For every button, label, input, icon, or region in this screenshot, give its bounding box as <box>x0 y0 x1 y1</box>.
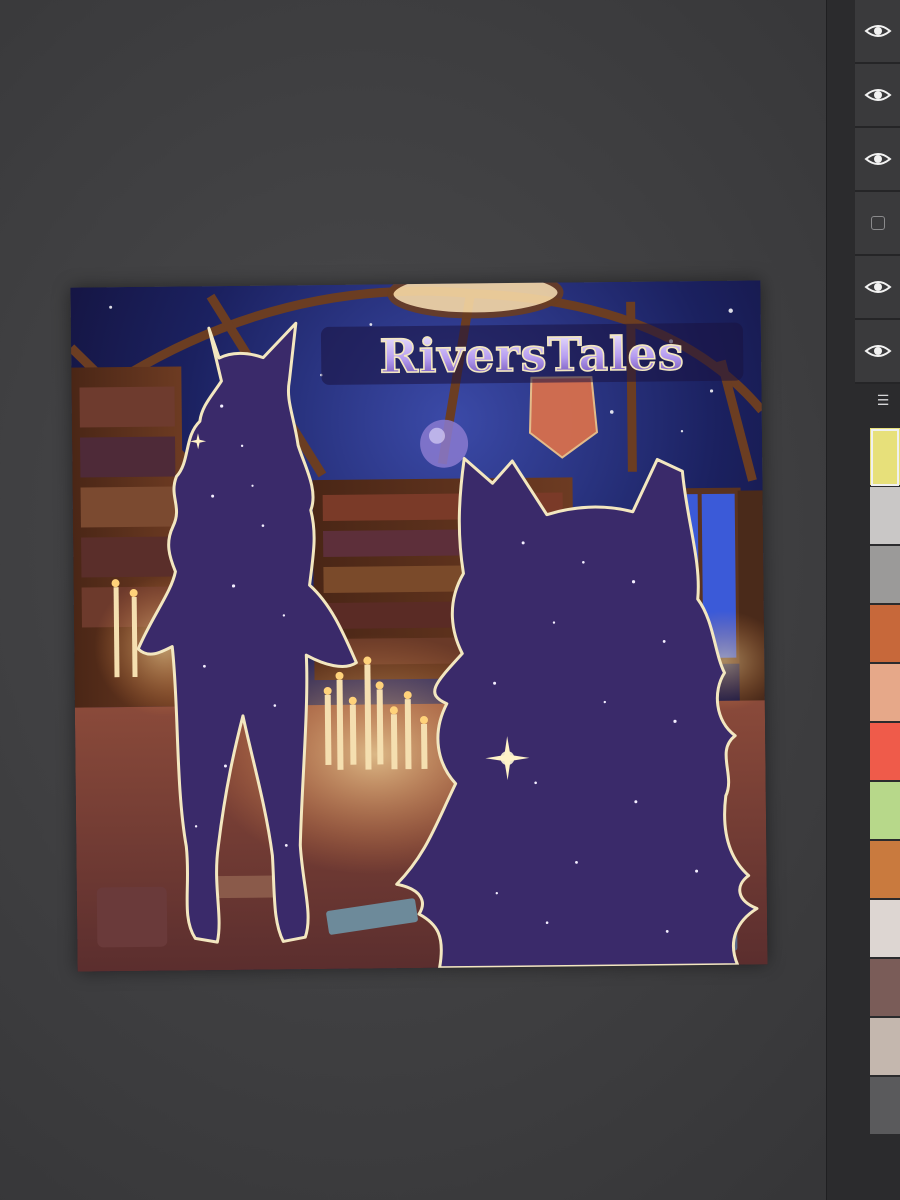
layer-row-6[interactable] <box>855 320 900 384</box>
layer-row-3[interactable] <box>855 128 900 192</box>
layer-row-1[interactable] <box>855 0 900 64</box>
artwork-title: RiversTales <box>379 326 685 383</box>
color-swatch[interactable] <box>870 1018 900 1077</box>
eye-icon[interactable] <box>864 278 892 296</box>
artwork-illustration: RiversTales <box>70 280 768 972</box>
panel-menu-button[interactable]: ☰ <box>866 388 900 414</box>
color-swatch[interactable] <box>870 605 900 664</box>
layer-row-4[interactable] <box>855 192 900 256</box>
eye-icon[interactable] <box>864 150 892 168</box>
color-swatch[interactable] <box>870 1077 900 1136</box>
color-swatch[interactable] <box>870 723 900 782</box>
color-swatch[interactable] <box>870 959 900 1018</box>
menu-icon: ☰ <box>876 393 890 409</box>
title-banner: RiversTales <box>320 322 744 385</box>
eye-icon[interactable] <box>864 86 892 104</box>
color-swatch[interactable] <box>870 546 900 605</box>
color-swatch[interactable] <box>870 487 900 546</box>
color-swatch[interactable] <box>870 900 900 959</box>
color-swatch[interactable] <box>870 782 900 841</box>
color-swatch[interactable] <box>870 664 900 723</box>
eye-icon[interactable] <box>864 342 892 360</box>
color-swatch[interactable] <box>870 841 900 900</box>
color-swatch[interactable] <box>870 428 900 487</box>
layer-row-2[interactable] <box>855 64 900 128</box>
canvas-area[interactable]: RiversTales <box>0 0 826 1200</box>
visibility-off-checkbox[interactable] <box>871 216 885 230</box>
layer-row-5[interactable] <box>855 256 900 320</box>
artwork-canvas[interactable]: RiversTales <box>70 280 768 972</box>
eye-icon[interactable] <box>864 22 892 40</box>
color-palette <box>870 428 900 1200</box>
